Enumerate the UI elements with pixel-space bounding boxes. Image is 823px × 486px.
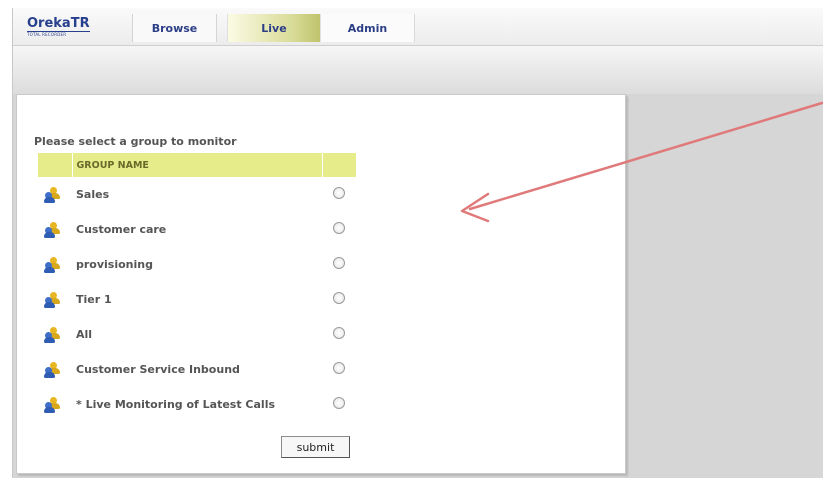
group-radio-customer-care[interactable]: [333, 222, 345, 234]
users-group-icon: [44, 256, 62, 273]
table-row[interactable]: provisioning: [38, 247, 356, 282]
oreka-logo[interactable]: OrekaTR TOTAL RECORDER: [13, 8, 91, 45]
users-group-icon: [44, 221, 62, 238]
group-radio-all[interactable]: [333, 327, 345, 339]
logo-text: OrekaTR: [27, 16, 90, 32]
group-radio-tier-1[interactable]: [333, 292, 345, 304]
users-group-icon: [44, 186, 62, 203]
tab-browse[interactable]: Browse: [132, 14, 217, 42]
group-name: provisioning: [76, 258, 153, 271]
top-navigation: OrekaTR TOTAL RECORDER Browse Live Admin: [13, 8, 823, 46]
group-radio-provisioning[interactable]: [333, 257, 345, 269]
logo-subtext: TOTAL RECORDER: [27, 32, 67, 37]
group-table: GROUP NAME Sales Customer care provision…: [38, 153, 357, 422]
group-name: Tier 1: [76, 293, 112, 306]
group-radio-customer-service-inbound[interactable]: [333, 362, 345, 374]
users-group-icon: [44, 396, 62, 413]
group-select-panel: Please select a group to monitor GROUP N…: [16, 94, 626, 474]
group-name: Customer care: [76, 223, 167, 236]
tab-live[interactable]: Live: [227, 14, 320, 42]
group-name: * Live Monitoring of Latest Calls: [76, 398, 276, 411]
group-name: Sales: [76, 188, 110, 201]
tab-admin[interactable]: Admin: [320, 14, 415, 42]
table-row[interactable]: All: [38, 317, 356, 352]
table-row[interactable]: Sales: [38, 177, 356, 212]
header-icon-cell: [38, 153, 73, 177]
header-radio-cell: [322, 153, 357, 177]
group-radio-live-monitoring[interactable]: [333, 397, 345, 409]
group-name-header: GROUP NAME: [72, 153, 323, 177]
table-row[interactable]: * Live Monitoring of Latest Calls: [38, 387, 356, 422]
users-group-icon: [44, 291, 62, 308]
sub-toolbar: [13, 46, 823, 94]
table-row[interactable]: Tier 1: [38, 282, 356, 317]
submit-button[interactable]: submit: [281, 436, 350, 458]
users-group-icon: [44, 361, 62, 378]
table-row[interactable]: Customer Service Inbound: [38, 352, 356, 387]
group-name: Customer Service Inbound: [76, 363, 240, 376]
table-row[interactable]: Customer care: [38, 212, 356, 247]
users-group-icon: [44, 326, 62, 343]
app-frame: OrekaTR TOTAL RECORDER Browse Live Admin…: [12, 8, 823, 478]
group-radio-sales[interactable]: [333, 187, 345, 199]
group-name: All: [76, 328, 93, 341]
group-table-header: GROUP NAME: [38, 153, 357, 177]
select-group-prompt: Please select a group to monitor: [34, 135, 237, 148]
